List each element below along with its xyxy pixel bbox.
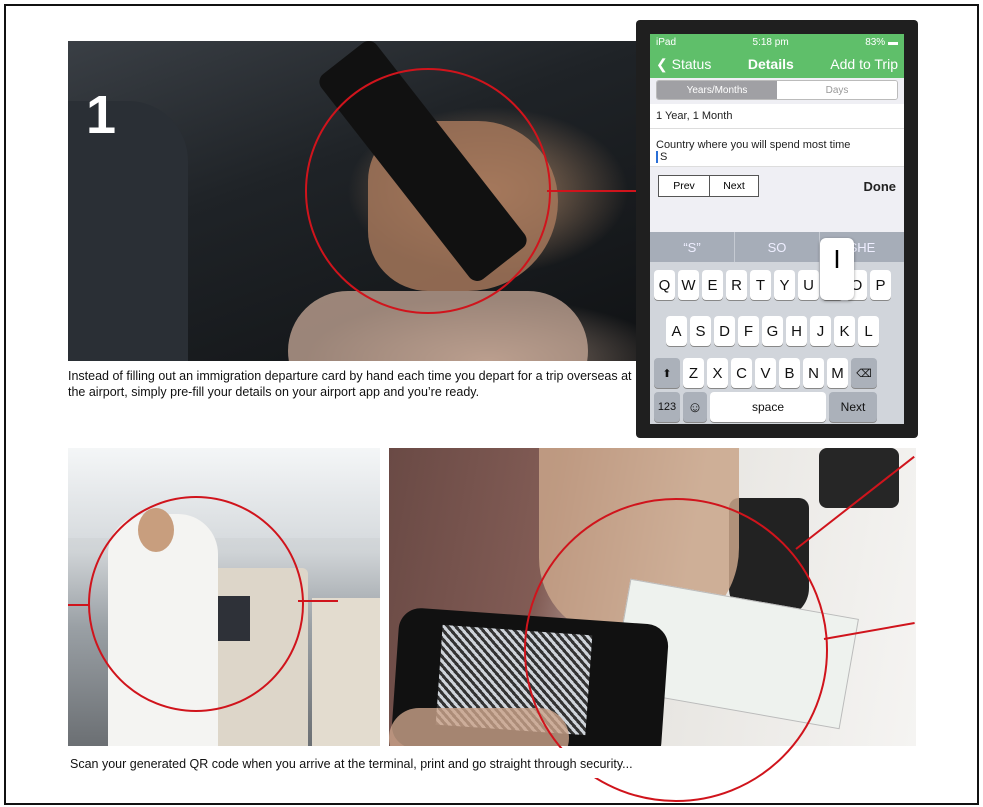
battery-icon: ▬ (887, 36, 898, 48)
segment-years-months[interactable]: Years/Months (657, 81, 777, 99)
shift-icon: ⬆ (662, 367, 672, 380)
connector-line (547, 190, 639, 192)
ipad-screen: iPad 5:18 pm 83% ▬ ❮ Status Details Add … (650, 34, 904, 424)
country-field[interactable]: Country where you will spend most time S (650, 129, 904, 167)
key[interactable]: D (714, 316, 735, 346)
highlight-circle (88, 496, 304, 712)
country-field-label: Country where you will spend most time (656, 139, 851, 151)
key[interactable]: C (731, 358, 752, 388)
numbers-key[interactable]: 123 (654, 392, 680, 422)
battery-percent: 83% (865, 36, 886, 48)
step-number: 1 (86, 85, 117, 145)
battery-indicator: 83% ▬ (865, 37, 898, 48)
backspace-icon: ⌫ (856, 367, 872, 380)
suggestion-bar: “S” SO SHE (650, 232, 904, 262)
next-field-button[interactable]: Next (710, 175, 759, 197)
key-popup: I (820, 238, 854, 300)
country-input[interactable]: S (656, 151, 670, 163)
segment-days[interactable]: Days (777, 81, 897, 99)
caption-top: Instead of filling out an immigration de… (68, 368, 638, 400)
keyboard-accessory-bar: Prev Next Done (650, 167, 904, 205)
key[interactable]: G (762, 316, 783, 346)
emoji-key[interactable]: ☺ (683, 392, 707, 422)
on-screen-keyboard: “S” SO SHE Q W E R T Y U I O P A S D F (650, 232, 904, 424)
keyboard-row-3: ⬆ Z X C V B N M ⌫ (654, 358, 880, 388)
key[interactable]: N (803, 358, 824, 388)
key[interactable]: Q (654, 270, 675, 300)
suggestion-item[interactable]: SO (735, 232, 820, 262)
backspace-key[interactable]: ⌫ (851, 358, 877, 388)
ipad-screenshot: iPad 5:18 pm 83% ▬ ❮ Status Details Add … (636, 20, 918, 438)
key[interactable]: X (707, 358, 728, 388)
key[interactable]: P (870, 270, 891, 300)
space-key[interactable]: space (710, 392, 826, 422)
shift-key[interactable]: ⬆ (654, 358, 680, 388)
clock: 5:18 pm (752, 36, 789, 48)
nav-bar: ❮ Status Details Add to Trip (650, 50, 904, 78)
key[interactable]: M (827, 358, 848, 388)
back-button[interactable]: ❮ Status (656, 56, 711, 73)
key[interactable]: J (810, 316, 831, 346)
duration-segmented-control: Years/Months Days (656, 80, 898, 100)
back-label: Status (671, 55, 712, 72)
keyboard-row-4: 123 ☺ space Next (654, 392, 880, 422)
suggestion-item[interactable]: “S” (650, 232, 735, 262)
nav-title: Details (747, 56, 794, 72)
key[interactable]: H (786, 316, 807, 346)
prev-button[interactable]: Prev (658, 175, 710, 197)
key[interactable]: T (750, 270, 771, 300)
emoji-icon: ☺ (687, 398, 703, 416)
key[interactable]: U (798, 270, 819, 300)
add-to-trip-button[interactable]: Add to Trip (830, 56, 898, 72)
keyboard-row-2: A S D F G H J K L (666, 316, 882, 346)
key[interactable]: S (690, 316, 711, 346)
key[interactable]: V (755, 358, 776, 388)
key[interactable]: A (666, 316, 687, 346)
keyboard-row-1: Q W E R T Y U I O P (654, 270, 894, 300)
key[interactable]: Y (774, 270, 795, 300)
key[interactable]: L (858, 316, 879, 346)
key[interactable]: R (726, 270, 747, 300)
return-key[interactable]: Next (829, 392, 877, 422)
caption-bottom: Scan your generated QR code when you arr… (68, 748, 750, 778)
connector-line (68, 604, 90, 606)
highlight-circle (305, 68, 551, 314)
device-label: iPad (656, 36, 677, 48)
key[interactable]: F (738, 316, 759, 346)
key[interactable]: E (702, 270, 723, 300)
done-button[interactable]: Done (864, 179, 897, 194)
key[interactable]: Z (683, 358, 704, 388)
status-bar: iPad 5:18 pm 83% ▬ (650, 34, 904, 50)
key[interactable]: W (678, 270, 699, 300)
second-kiosk-shape (312, 598, 380, 746)
key[interactable]: B (779, 358, 800, 388)
chevron-left-icon: ❮ (656, 55, 668, 72)
key[interactable]: K (834, 316, 855, 346)
duration-value[interactable]: 1 Year, 1 Month (650, 104, 904, 129)
connector-line (298, 600, 338, 602)
